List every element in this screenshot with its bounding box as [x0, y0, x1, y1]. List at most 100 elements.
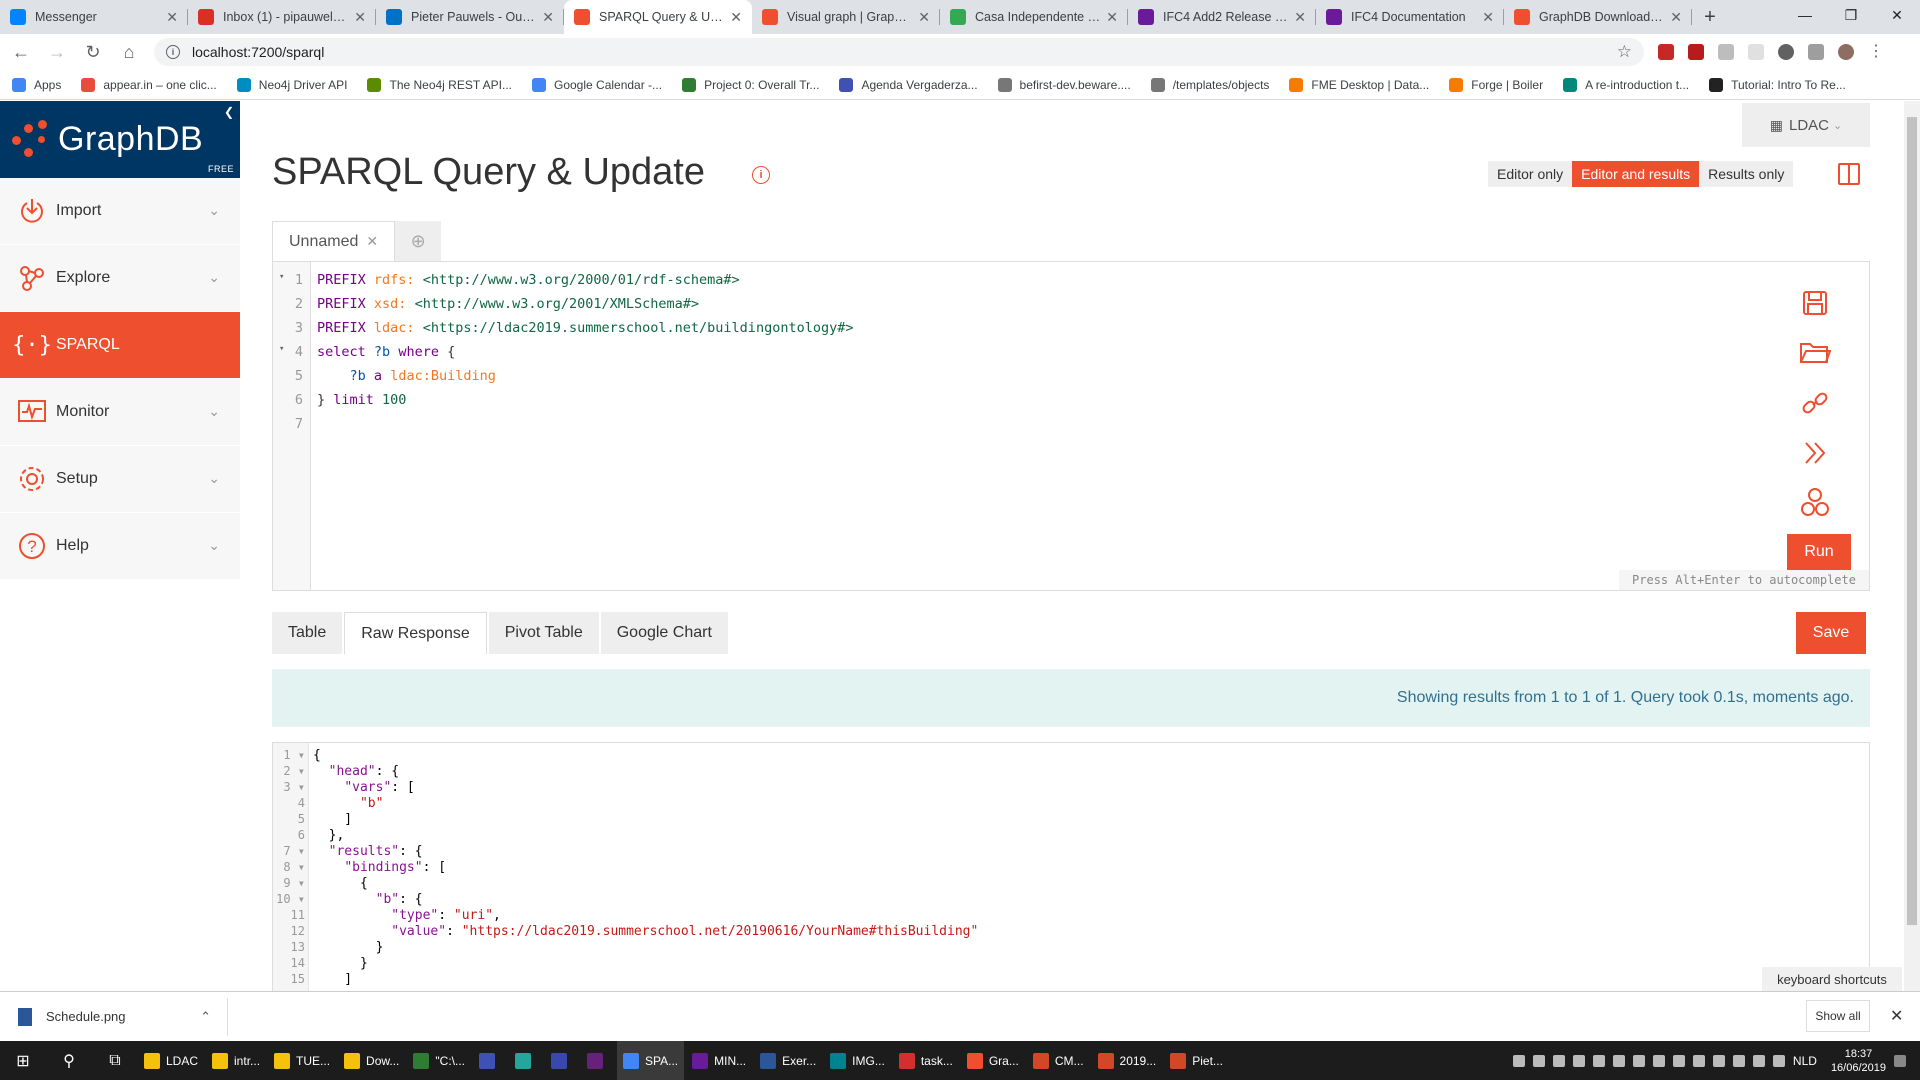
tab-google-chart[interactable]: Google Chart [600, 612, 728, 654]
close-tab-icon[interactable]: ✕ [1670, 9, 1682, 26]
bookmark-item[interactable]: appear.in – one clic... [81, 77, 217, 92]
browser-tab[interactable]: IFC4 Documentation ✕ [1316, 0, 1504, 34]
tray-icon[interactable] [1732, 1054, 1745, 1067]
close-tab-icon[interactable]: ✕ [1294, 9, 1306, 26]
search-icon[interactable]: ⚲ [46, 1041, 92, 1080]
tray-icon[interactable] [1692, 1054, 1705, 1067]
bookmark-item[interactable]: Forge | Boiler [1449, 77, 1543, 92]
minimize-icon[interactable]: — [1782, 0, 1828, 30]
save-query-icon[interactable] [1797, 278, 1833, 328]
bookmark-item[interactable]: Agenda Vergaderza... [839, 77, 978, 92]
bookmark-item[interactable]: befirst-dev.beware.... [997, 77, 1131, 92]
close-icon[interactable]: ✕ [1890, 1006, 1903, 1026]
tray-icon[interactable] [1572, 1054, 1585, 1067]
close-tab-icon[interactable]: ✕ [730, 9, 742, 26]
taskbar-app[interactable]: Dow... [338, 1041, 405, 1080]
taskbar-app[interactable]: "C:\... [407, 1041, 471, 1080]
bookmark-item[interactable]: A re-introduction t... [1563, 77, 1689, 92]
view-mode-results-only[interactable]: Results only [1699, 161, 1794, 187]
new-tab-icon[interactable]: + [1692, 0, 1728, 34]
sidebar-item-explore[interactable]: Explore ⌄ [0, 245, 240, 312]
chevron-double-right-icon[interactable] [1797, 428, 1833, 478]
browser-tab[interactable]: GraphDB Downloads a ✕ [1504, 0, 1692, 34]
volume-icon[interactable] [1772, 1054, 1785, 1067]
extension-icon[interactable] [1718, 44, 1734, 60]
browser-tab[interactable]: Casa Independente - G ✕ [940, 0, 1128, 34]
fold-icon[interactable]: ▾ [279, 272, 284, 282]
forward-icon[interactable]: → [42, 37, 72, 67]
scrollbar-thumb[interactable] [1907, 117, 1917, 925]
link-icon[interactable] [1797, 378, 1833, 428]
download-item[interactable]: Schedule.png ⌃ [18, 997, 228, 1036]
taskbar-app[interactable] [473, 1041, 507, 1080]
wifi-icon[interactable] [1752, 1054, 1765, 1067]
extension-icon[interactable] [1778, 44, 1794, 60]
tray-icon[interactable] [1652, 1054, 1665, 1067]
bookmark-item[interactable]: Tutorial: Intro To Re... [1709, 77, 1846, 92]
sidebar-item-help[interactable]: ? Help ⌄ [0, 513, 240, 580]
taskbar-app[interactable]: TUE... [268, 1041, 336, 1080]
close-tab-icon[interactable]: ✕ [1482, 9, 1494, 26]
layout-toggle-icon[interactable] [1838, 163, 1860, 185]
browser-tab[interactable]: Messenger ✕ [0, 0, 188, 34]
sidebar-item-import[interactable]: Import ⌄ [0, 178, 240, 245]
close-tab-icon[interactable]: ✕ [366, 233, 378, 250]
task-view-icon[interactable]: ⧉ [92, 1041, 138, 1080]
taskbar-app[interactable]: 2019... [1092, 1041, 1163, 1080]
tab-table[interactable]: Table [272, 612, 343, 654]
repository-selector[interactable]: ▦ LDAC ⌄ [1742, 103, 1870, 147]
pdf-extension-icon[interactable] [1688, 44, 1704, 60]
taskbar-app[interactable]: LDAC [138, 1041, 204, 1080]
taskbar-app[interactable]: Piet... [1164, 1041, 1229, 1080]
bookmark-item[interactable]: FME Desktop | Data... [1289, 77, 1429, 92]
close-window-icon[interactable]: ✕ [1874, 0, 1920, 30]
bookmark-item[interactable]: The Neo4j REST API... [367, 77, 512, 92]
extension-icon[interactable] [1808, 44, 1824, 60]
raw-response-viewer[interactable]: 1 ▾{2 ▾ "head": {3 ▾ "vars": [4 "b" 5 ] 6 … [272, 742, 1870, 992]
menu-icon[interactable]: ⋮ [1868, 44, 1884, 60]
browser-tab[interactable]: Inbox (1) - pipauwel@g ✕ [188, 0, 376, 34]
close-tab-icon[interactable]: ✕ [166, 9, 178, 26]
taskbar-app[interactable] [509, 1041, 543, 1080]
tray-icon[interactable] [1512, 1054, 1525, 1067]
tab-pivot-table[interactable]: Pivot Table [488, 612, 599, 654]
taskbar-app[interactable] [581, 1041, 615, 1080]
address-bar[interactable]: i localhost:7200/sparql ☆ [154, 38, 1644, 66]
taskbar-app[interactable]: CM... [1027, 1041, 1090, 1080]
taskbar-app[interactable]: Gra... [961, 1041, 1025, 1080]
keyboard-shortcuts-link[interactable]: keyboard shortcuts [1762, 967, 1902, 991]
info-icon[interactable]: i [752, 166, 770, 184]
open-folder-icon[interactable] [1797, 328, 1833, 378]
clock[interactable]: 18:37 16/06/2019 [1831, 1047, 1886, 1075]
collapse-sidebar-icon[interactable]: ❮ [224, 105, 234, 119]
tray-icon[interactable] [1712, 1054, 1725, 1067]
sidebar-item-monitor[interactable]: Monitor ⌄ [0, 379, 240, 446]
bookmark-item[interactable]: /templates/objects [1150, 77, 1269, 92]
page-scrollbar[interactable] [1904, 101, 1920, 991]
sidebar-item-sparql[interactable]: {·} SPARQL [0, 312, 240, 379]
visual-graph-icon[interactable] [1797, 478, 1833, 528]
query-editor[interactable]: ▾ 1 PREFIX rdfs: <http://www.w3.org/2000/0… [272, 261, 1870, 591]
add-tab-icon[interactable]: ⊕ [395, 221, 442, 261]
show-all-button[interactable]: Show all [1806, 1000, 1870, 1032]
view-mode-editor-only[interactable]: Editor only [1488, 161, 1573, 187]
browser-tab[interactable]: Pieter Pauwels - Outloo ✕ [376, 0, 564, 34]
taskbar-app[interactable]: intr... [206, 1041, 266, 1080]
browser-tab[interactable]: Visual graph | GraphDB ✕ [752, 0, 940, 34]
restore-icon[interactable]: ❐ [1828, 0, 1874, 30]
tray-icon[interactable] [1552, 1054, 1565, 1067]
tray-icon[interactable] [1592, 1054, 1605, 1067]
bookmark-item[interactable]: Neo4j Driver API [236, 77, 347, 92]
sidebar-item-setup[interactable]: Setup ⌄ [0, 446, 240, 513]
browser-tab[interactable]: SPARQL Query & Upda ✕ [564, 0, 752, 34]
browser-tab[interactable]: IFC4 Add2 Release — V ✕ [1128, 0, 1316, 34]
taskbar-app[interactable]: SPA... [617, 1041, 685, 1080]
home-icon[interactable]: ⌂ [114, 37, 144, 67]
extension-icon[interactable] [1748, 44, 1764, 60]
bookmark-star-icon[interactable]: ☆ [1617, 42, 1632, 62]
taskbar-app[interactable]: IMG... [824, 1041, 891, 1080]
tray-icon[interactable] [1612, 1054, 1625, 1067]
bookmark-item[interactable]: Apps [12, 77, 61, 92]
taskbar-app[interactable] [545, 1041, 579, 1080]
close-tab-icon[interactable]: ✕ [918, 9, 930, 26]
